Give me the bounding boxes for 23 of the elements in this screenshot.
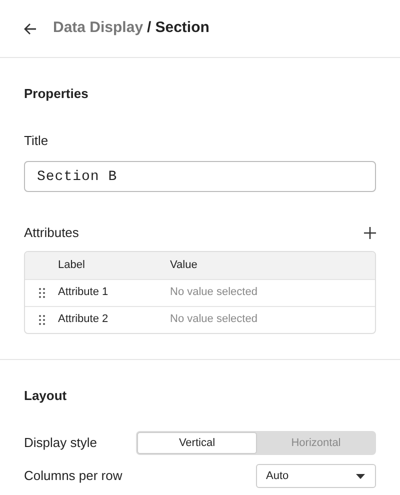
attribute-value: No value selected: [170, 312, 258, 328]
attribute-value: No value selected: [170, 285, 258, 300]
attributes-label: Attributes: [24, 224, 79, 242]
attribute-label: Attribute 2: [58, 312, 110, 328]
breadcrumb-separator: /: [147, 18, 152, 38]
drag-handle-icon[interactable]: [38, 288, 44, 298]
attribute-label: Attribute 1: [58, 285, 110, 300]
drag-handle-icon[interactable]: [38, 314, 44, 324]
field-label: Title: [24, 132, 50, 150]
columns-dropdown[interactable]: Auto: [256, 464, 376, 488]
segment-option[interactable]: Vertical: [137, 432, 257, 454]
breadcrumb-current: Section: [155, 18, 210, 38]
field-label: Columns per row: [24, 467, 122, 486]
field-label: Display style: [24, 434, 97, 452]
section-heading: Layout: [24, 386, 68, 405]
caret-icon: [356, 474, 365, 478]
title-input[interactable]: Section B: [24, 161, 376, 192]
back-icon[interactable]: [24, 22, 37, 34]
add-icon[interactable]: [364, 226, 376, 239]
column-header: Label: [58, 258, 86, 273]
breadcrumb-link[interactable]: Data Display: [53, 17, 144, 40]
column-header: Value: [170, 258, 198, 273]
section-heading: Properties: [24, 85, 90, 103]
